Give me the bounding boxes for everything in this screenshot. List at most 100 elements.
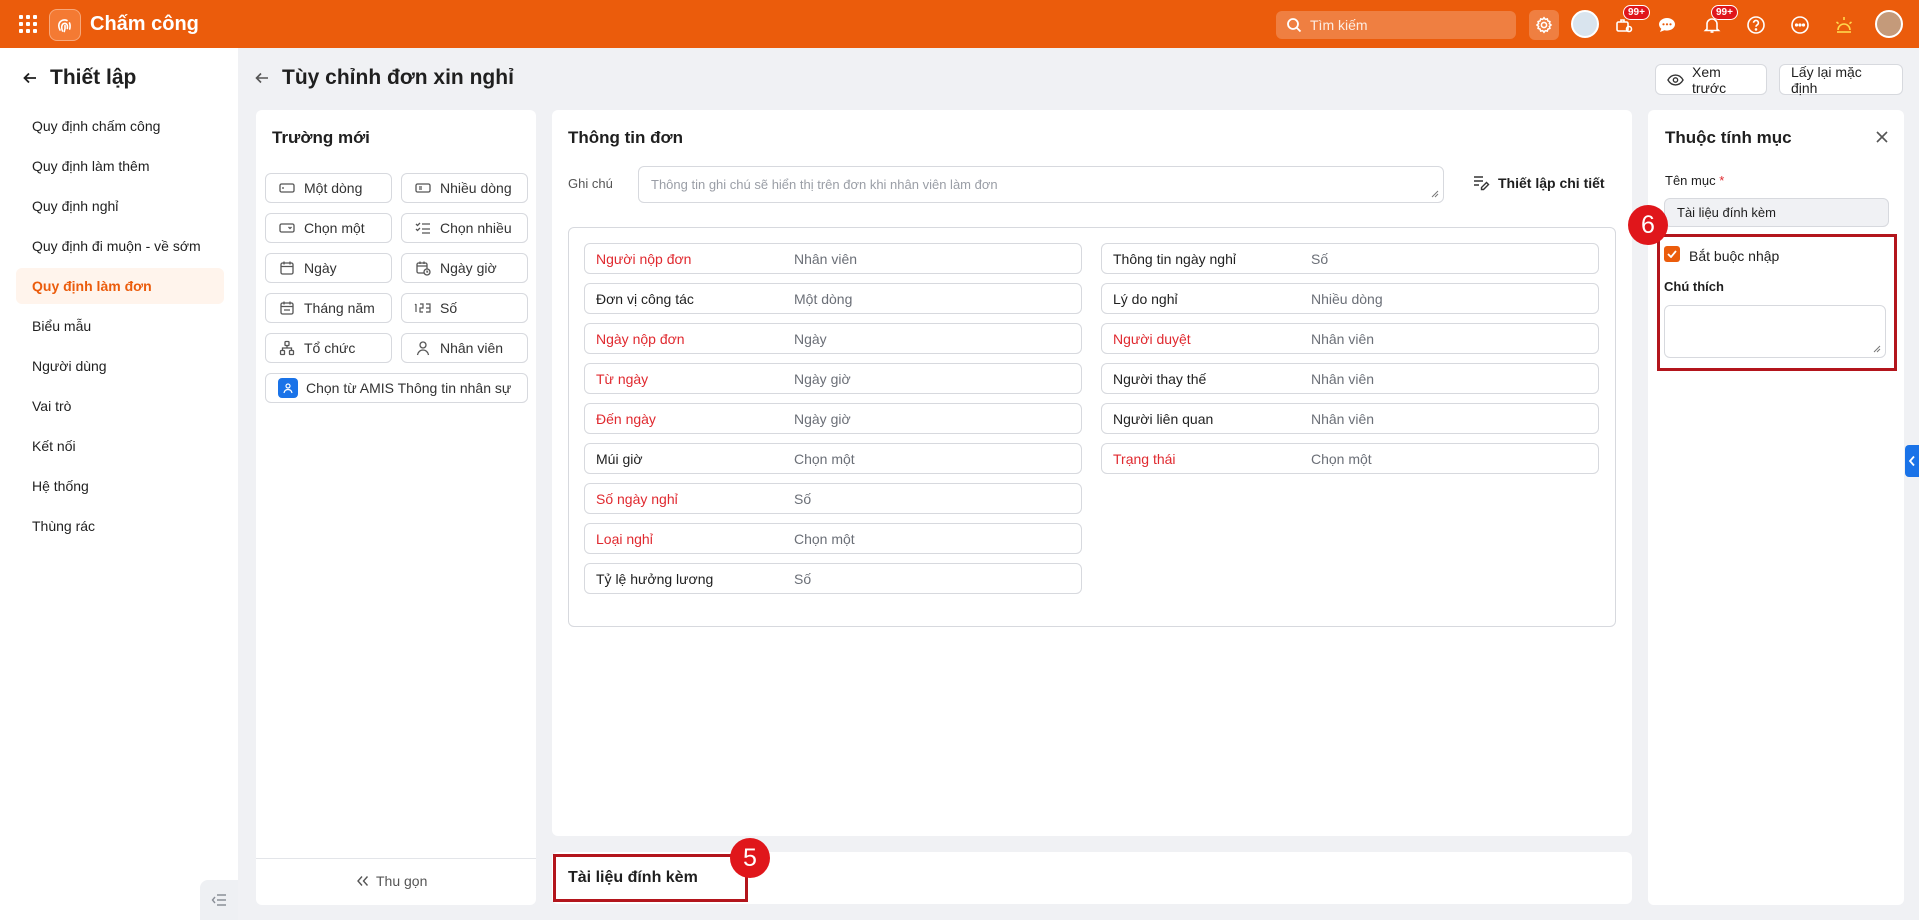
form-row-department[interactable]: Đơn vị công tác Một dòng [584,283,1082,314]
sidebar-item-late-early-rules[interactable]: Quy định đi muộn - về sớm [16,228,224,264]
settings-button[interactable] [1529,10,1559,40]
row-type: Ngày giờ [794,410,851,427]
field-organization[interactable]: Tổ chức [265,333,392,363]
field-date[interactable]: Ngày [265,253,392,283]
row-label: Từ ngày [596,370,649,387]
caption-textarea[interactable] [1664,305,1886,358]
sidebar-item-overtime-rules[interactable]: Quy định làm thêm [16,148,224,184]
preview-button[interactable]: Xem trước [1655,64,1767,96]
setup-detail-button[interactable]: Thiết lập chi tiết [1472,175,1605,191]
expand-panel-tab[interactable] [1905,445,1919,477]
row-type: Nhân viên [1311,410,1375,427]
notifications-button[interactable]: 99+ [1697,5,1738,40]
row-label: Đến ngày [596,410,656,427]
properties-title: Thuộc tính mục [1665,128,1792,147]
back-arrow-icon[interactable] [22,70,38,86]
field-single-line[interactable]: Một dòng [265,173,392,203]
org-icon [278,340,296,356]
sidebar-item-attendance-rules[interactable]: Quy định chấm công [16,108,224,144]
number-icon [414,300,432,316]
edit-list-icon [1474,176,1490,191]
field-select-one[interactable]: Chọn một [265,213,392,243]
collapse-fields-button[interactable]: Thu gọn [356,873,427,889]
sidebar-title: Thiết lập [50,66,137,89]
form-row-days-off[interactable]: Số ngày nghỉ Số [584,483,1082,514]
form-row-submit-date[interactable]: Ngày nộp đơn Ngày [584,323,1082,354]
form-row-from-date[interactable]: Từ ngày Ngày giờ [584,363,1082,394]
row-type: Nhân viên [1311,330,1375,347]
collapse-sidebar-button[interactable] [200,880,238,920]
field-datetime[interactable]: Ngày giờ [401,253,528,283]
form-row-status[interactable]: Trạng thái Chọn một [1101,443,1599,474]
field-month-year[interactable]: Tháng năm [265,293,392,323]
help-button[interactable] [1741,10,1771,40]
select-many-icon [414,220,432,236]
form-row-applicant[interactable]: Người nộp đơn Nhân viên [584,243,1082,274]
reset-default-button[interactable]: Lấy lại mặc định [1779,63,1903,96]
sun-button[interactable] [1829,10,1859,40]
row-label: Người duyệt [1113,330,1191,347]
form-row-to-date[interactable]: Đến ngày Ngày giờ [584,403,1082,434]
chat-button[interactable] [1652,10,1682,40]
form-row-approver[interactable]: Người duyệt Nhân viên [1101,323,1599,354]
back-arrow-icon[interactable] [254,70,270,86]
search-input[interactable]: Tìm kiếm [1276,11,1516,39]
row-label: Người liên quan [1113,410,1214,427]
field-multi-line[interactable]: Nhiều dòng [401,173,528,203]
step-marker-5: 5 [730,838,770,878]
close-icon[interactable] [1872,127,1892,147]
required-checkbox[interactable] [1664,246,1680,262]
sidebar-item-roles[interactable]: Vai trò [16,388,224,424]
sidebar-item-connections[interactable]: Kết nối [16,428,224,464]
field-number-label: Số [440,300,458,316]
row-type: Số [794,490,812,507]
tasks-button[interactable]: 99+ [1609,5,1650,40]
row-type: Ngày [794,330,827,347]
item-name-input[interactable]: Tài liệu đính kèm [1664,198,1889,227]
row-type: Số [794,570,812,587]
form-row-substitute[interactable]: Người thay thế Nhân viên [1101,363,1599,394]
apps-grid-icon[interactable] [19,15,37,33]
field-select-many[interactable]: Chọn nhiều [401,213,528,243]
notifications-badge: 99+ [1711,5,1738,20]
sidebar-item-users[interactable]: Người dùng [16,348,224,384]
form-row-leave-type[interactable]: Loại nghỉ Chọn một [584,523,1082,554]
sidebar-item-leave-rules[interactable]: Quy định nghỉ [16,188,224,224]
sidebar-item-trash[interactable]: Thùng rác [16,508,224,544]
row-label: Đơn vị công tác [596,290,694,307]
form-row-reason[interactable]: Lý do nghỉ Nhiều dòng [1101,283,1599,314]
more-icon [1791,16,1809,34]
sidebar-item-system[interactable]: Hệ thống [16,468,224,504]
sidebar-header: Thiết lập [22,66,136,90]
note-placeholder: Thông tin ghi chú sẽ hiển thị trên đơn k… [651,177,998,192]
form-row-pay-rate[interactable]: Tỷ lệ hưởng lương Số [584,563,1082,594]
row-type: Chọn một [794,530,855,547]
sidebar-item-request-rules[interactable]: Quy định làm đơn [16,268,224,304]
form-row-timezone[interactable]: Múi giờ Chọn một [584,443,1082,474]
resize-handle-icon [1431,190,1439,198]
field-datetime-label: Ngày giờ [440,260,497,276]
form-row-related-person[interactable]: Người liên quan Nhân viên [1101,403,1599,434]
user-avatar[interactable] [1875,10,1903,38]
more-button[interactable] [1785,10,1815,40]
page-header: Tùy chỉnh đơn xin nghỉ [254,66,514,90]
divider [256,858,536,859]
field-organization-label: Tổ chức [304,340,356,356]
setup-detail-label: Thiết lập chi tiết [1498,175,1605,191]
form-row-leave-info[interactable]: Thông tin ngày nghỉ Số [1101,243,1599,274]
app-logo-icon [49,9,81,41]
field-date-label: Ngày [304,260,337,276]
team-avatar-icon[interactable] [1571,10,1599,38]
field-number[interactable]: Số [401,293,528,323]
settings-sidebar: Thiết lập Quy định chấm công Quy định là… [0,48,238,920]
field-employee[interactable]: Nhân viên [401,333,528,363]
calendar-clock-icon [414,260,432,276]
reset-default-label: Lấy lại mặc định [1791,63,1862,96]
row-label: Ngày nộp đơn [596,330,685,347]
note-textarea[interactable]: Thông tin ghi chú sẽ hiển thị trên đơn k… [638,166,1444,203]
chevron-left-icon [1908,455,1915,467]
tasks-badge: 99+ [1623,5,1650,20]
sidebar-item-forms[interactable]: Biểu mẫu [16,308,224,344]
field-amis-hr[interactable]: Chọn từ AMIS Thông tin nhân sự [265,373,528,403]
row-type: Số [1311,250,1329,267]
